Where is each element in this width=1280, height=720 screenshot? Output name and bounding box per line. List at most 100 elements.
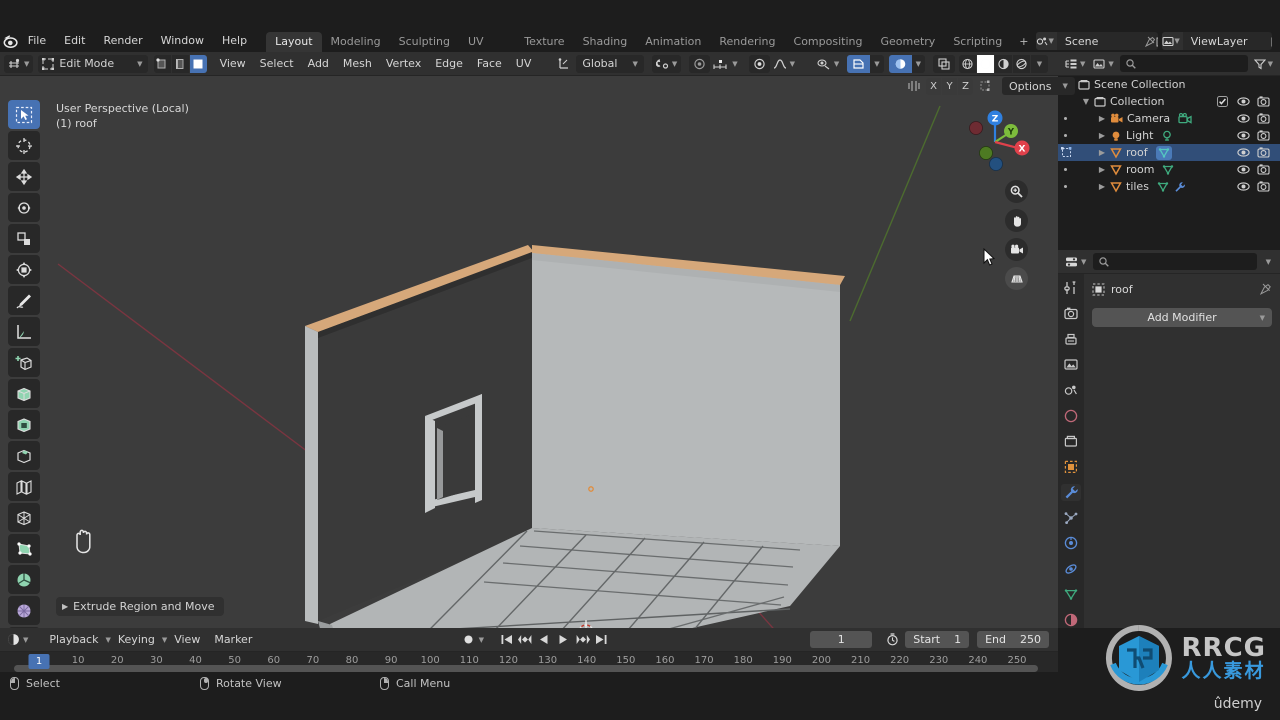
mirror-icon[interactable] <box>905 80 923 92</box>
properties-search-input[interactable] <box>1093 253 1257 270</box>
tool-knife[interactable] <box>8 503 40 532</box>
workspace-tab-modeling[interactable]: Modeling <box>322 32 390 52</box>
scene-selector[interactable]: ▼ Scene ✕ <box>1036 32 1159 50</box>
pan-icon[interactable] <box>1005 209 1028 232</box>
workspace-tab-rendering[interactable]: Rendering <box>710 32 784 52</box>
viewport-menu-select[interactable]: Select <box>253 55 301 73</box>
object-data-properties-tab[interactable] <box>1061 586 1081 603</box>
world-properties-tab[interactable] <box>1061 408 1081 425</box>
workspace-tab-compositing[interactable]: Compositing <box>785 32 872 52</box>
top-menu-help[interactable]: Help <box>213 32 256 50</box>
use-preview-range-icon[interactable] <box>884 631 901 649</box>
viewport-menu-view[interactable]: View <box>213 55 253 73</box>
tool-smooth[interactable] <box>8 596 40 625</box>
outliner-row-room[interactable]: ▶ room <box>1058 161 1280 178</box>
edge-select-mode-button[interactable] <box>171 54 189 73</box>
toggle-orthographic-icon[interactable] <box>1005 267 1028 290</box>
interaction-mode-selector[interactable]: Edit Mode ▼ <box>38 54 148 73</box>
constraint-properties-tab[interactable] <box>1061 561 1081 578</box>
scene-properties-tab[interactable] <box>1061 382 1081 399</box>
mirror-axis-y-button[interactable]: Y <box>942 77 957 95</box>
transform-orientation-selector[interactable]: Global ▼ <box>576 54 644 73</box>
outliner-row-scene-collection[interactable]: Scene Collection <box>1058 76 1280 93</box>
tool-properties-tab[interactable] <box>1061 280 1081 297</box>
visibility-eye-icon[interactable] <box>1237 181 1250 192</box>
add-workspace-button[interactable]: + <box>1011 32 1036 52</box>
viewport-shading-preview[interactable] <box>888 54 912 73</box>
disclosure-collapsed-icon[interactable]: ▶ <box>1096 182 1108 191</box>
xray-toggle-button[interactable] <box>847 54 871 73</box>
view-layer-properties-tab[interactable] <box>1061 357 1081 374</box>
physics-properties-tab[interactable] <box>1061 535 1081 552</box>
visibility-eye-icon[interactable] <box>1237 113 1250 124</box>
xray-options-caret[interactable]: ▼ <box>870 54 884 73</box>
3d-viewport[interactable]: User Perspective (Local) (1) roof Z Y X … <box>0 76 1058 628</box>
viewport-options-button[interactable]: Options ▼ <box>1002 77 1075 95</box>
tool-add-cube[interactable] <box>8 348 40 377</box>
outliner-search-input[interactable] <box>1119 55 1248 72</box>
tool-move[interactable] <box>8 162 40 191</box>
camera-view-icon[interactable] <box>1005 238 1028 261</box>
falloff-curve-button[interactable]: ▼ <box>770 55 798 73</box>
tool-tweak-select-box[interactable] <box>8 100 40 129</box>
tool-spin[interactable] <box>8 565 40 594</box>
jump-to-end-button[interactable] <box>593 631 610 649</box>
timeline-menu-view[interactable]: View <box>167 631 207 649</box>
light-data-icon[interactable] <box>1161 130 1173 142</box>
viewport-menu-edge[interactable]: Edge <box>428 55 470 73</box>
timeline-editor-type-button[interactable]: ▼ <box>5 631 30 649</box>
tool-transform[interactable] <box>8 255 40 284</box>
jump-to-previous-keyframe-button[interactable] <box>517 631 534 649</box>
mirror-axis-x-button[interactable]: X <box>926 77 941 95</box>
viewport-navigation-gizmo[interactable]: Z Y X <box>966 96 1042 172</box>
disclosure-collapsed-icon[interactable]: ▶ <box>1096 131 1108 140</box>
collection-enable-checkbox[interactable] <box>1217 96 1228 107</box>
tool-scale[interactable] <box>8 224 40 253</box>
auto-keying-caret[interactable]: ▼ <box>479 636 484 644</box>
tool-rotate[interactable] <box>8 193 40 222</box>
workspace-tab-scripting[interactable]: Scripting <box>944 32 1011 52</box>
face-select-mode-button[interactable] <box>189 54 207 73</box>
disclosure-collapsed-icon[interactable]: ▶ <box>1096 148 1108 157</box>
new-view-layer-icon[interactable] <box>1271 32 1272 50</box>
render-properties-tab[interactable] <box>1061 306 1081 323</box>
proportional-editing-button[interactable] <box>689 54 711 73</box>
material-preview-shading-button[interactable] <box>995 54 1012 73</box>
modifier-icon[interactable] <box>1174 181 1186 193</box>
jump-to-start-button[interactable] <box>498 631 515 649</box>
viewport-menu-add[interactable]: Add <box>301 55 336 73</box>
render-visibility-camera-icon[interactable] <box>1257 181 1270 192</box>
view-layer-dropdown-caret[interactable]: ▼ <box>1174 32 1183 50</box>
disclosure-expanded-icon[interactable]: ▼ <box>1080 97 1092 106</box>
outliner-display-mode-button[interactable]: ▼ <box>1091 55 1115 73</box>
timeline-menu-marker[interactable]: Marker <box>207 631 259 649</box>
show-gizmo-button[interactable] <box>933 54 955 73</box>
outliner-row-camera[interactable]: ▶ Camera <box>1058 110 1280 127</box>
blender-logo-icon[interactable] <box>0 34 19 49</box>
viewport-menu-vertex[interactable]: Vertex <box>379 55 428 73</box>
solid-shading-button[interactable] <box>977 54 994 73</box>
render-visibility-camera-icon[interactable] <box>1257 96 1270 107</box>
tool-inset-faces[interactable] <box>8 410 40 439</box>
visibility-eye-icon[interactable] <box>1237 130 1250 141</box>
render-visibility-camera-icon[interactable] <box>1257 130 1270 141</box>
mirror-axis-z-button[interactable]: Z <box>958 77 973 95</box>
timeline-menu-keying[interactable]: Keying <box>111 631 162 649</box>
outliner-filter-button[interactable]: ▼ <box>1252 55 1275 73</box>
tool-bevel[interactable] <box>8 441 40 470</box>
timeline-horizontal-scrollbar[interactable] <box>14 665 1038 672</box>
timeline-ruler[interactable]: 1 10 20 30 40 50 60 70 80 90 100 110 120 130 140 150 160… <box>0 652 1058 672</box>
outliner-row-light[interactable]: ▶ Light <box>1058 127 1280 144</box>
material-properties-tab[interactable] <box>1061 612 1081 629</box>
transform-pivot-button[interactable] <box>554 55 576 73</box>
mesh-data-icon[interactable] <box>1155 145 1172 160</box>
visibility-eye-icon[interactable] <box>1237 96 1250 107</box>
editor-type-selector[interactable]: ▼ <box>4 54 34 73</box>
tool-loop-cut[interactable] <box>8 472 40 501</box>
viewport-menu-face[interactable]: Face <box>470 55 509 73</box>
proportional-edit-toggle[interactable] <box>748 54 770 73</box>
view-layer-name[interactable]: ViewLayer <box>1183 35 1271 48</box>
jump-to-next-keyframe-button[interactable] <box>574 631 591 649</box>
properties-options-caret[interactable]: ▼ <box>1262 253 1275 271</box>
collection-properties-tab[interactable] <box>1061 433 1081 450</box>
